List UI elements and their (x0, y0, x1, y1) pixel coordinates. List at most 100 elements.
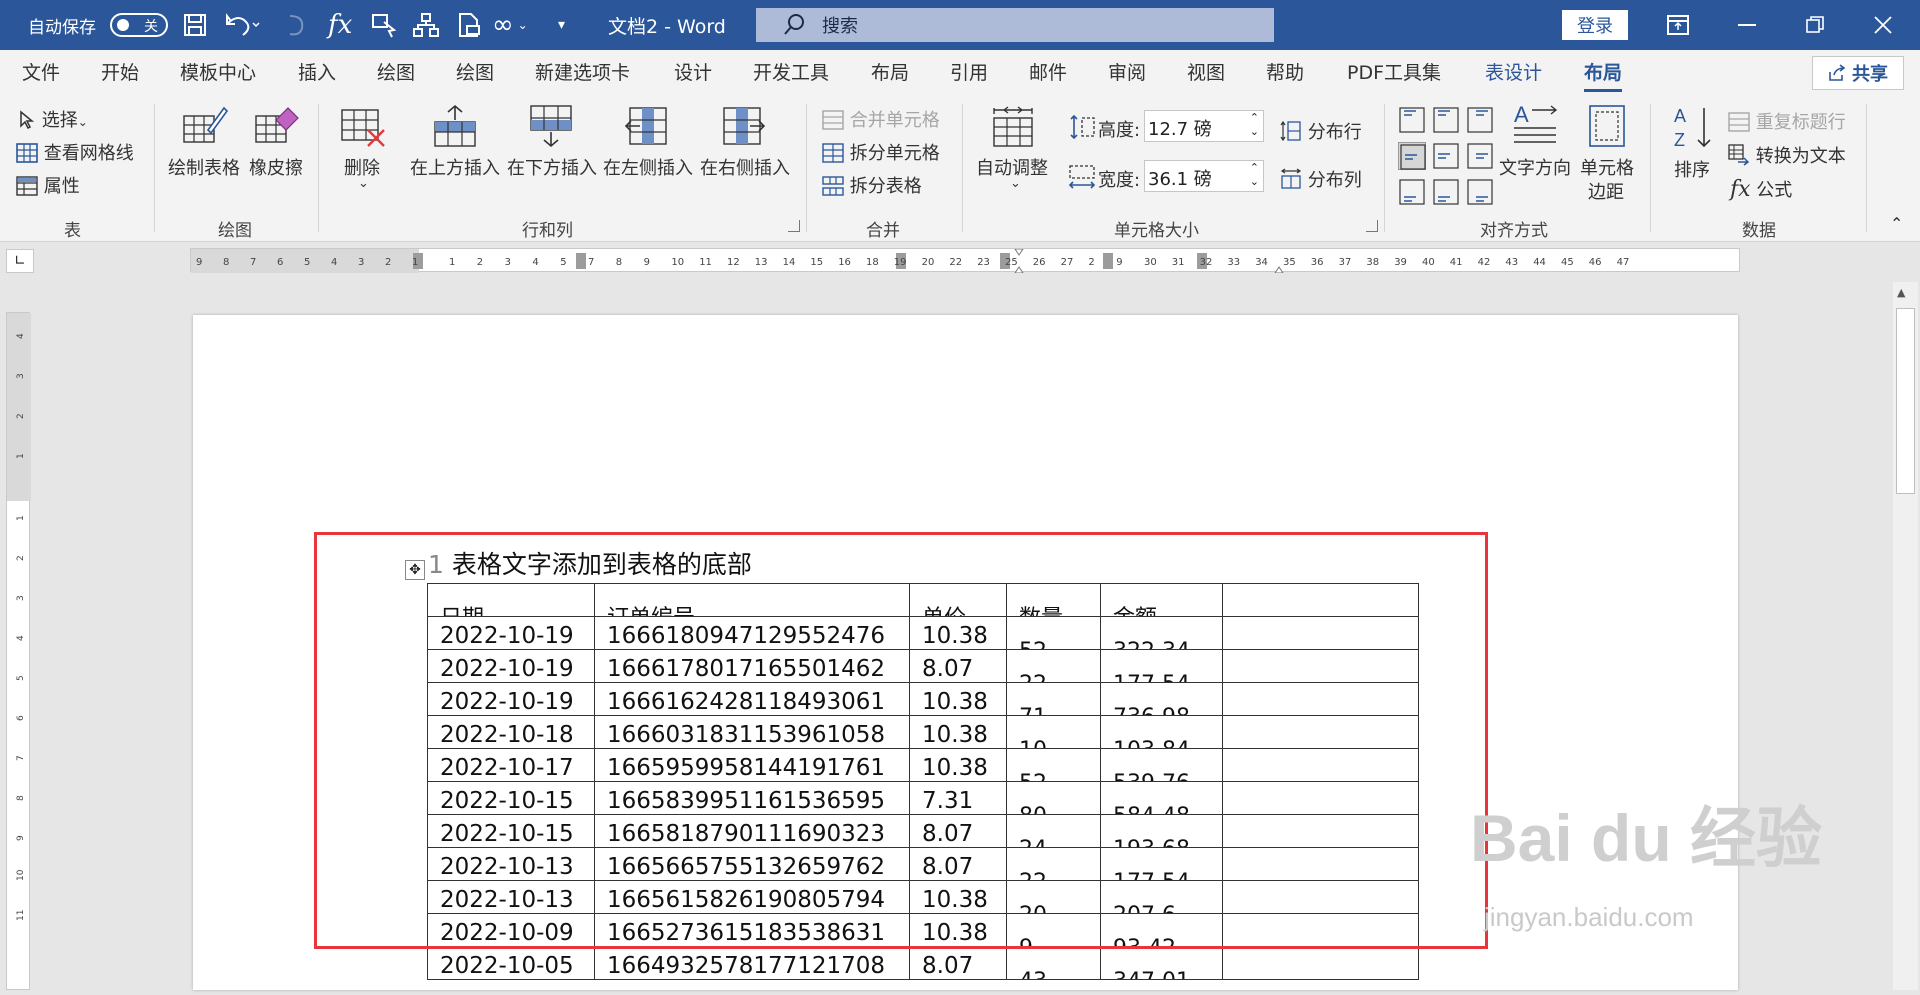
align-bottom-right-icon[interactable] (1466, 178, 1494, 206)
split-table-button[interactable]: 拆分表格 (822, 172, 922, 198)
formula-button[interactable]: fx 公式 (1730, 176, 1792, 202)
vertical-scrollbar[interactable]: ▲ (1893, 282, 1918, 990)
ruler-number: 10 (16, 869, 26, 881)
align-bottom-left-icon[interactable] (1398, 178, 1426, 206)
close-icon[interactable] (1874, 0, 1892, 50)
align-middle-center-icon[interactable] (1432, 142, 1460, 170)
convert-to-text-button[interactable]: 转换为文本 (1728, 142, 1846, 168)
draw-table-icon[interactable] (182, 104, 229, 150)
split-cells-button[interactable]: 拆分单元格 (822, 139, 940, 165)
tab-file[interactable]: 文件 (22, 50, 60, 96)
document-edit-icon[interactable] (456, 0, 482, 50)
align-top-left-icon[interactable] (1398, 106, 1426, 134)
text-direction-icon[interactable]: A (1512, 102, 1558, 150)
delete-table-icon[interactable] (340, 106, 388, 152)
width-spinner-icon[interactable]: ⌃ ⌄ (1250, 161, 1259, 189)
redo-icon[interactable] (282, 0, 308, 50)
table-cell[interactable]: 43 (1006, 946, 1101, 980)
table-cell[interactable]: 347.01 (1100, 946, 1223, 980)
horizontal-ruler[interactable]: 9 8 7 6 5 4 3 2 1 1 2 3 4 5 7 8 9 10 11 12 13 14 15 16 18 19 20 22 2… (190, 248, 1740, 274)
distribute-rows-button[interactable]: 分布行 (1280, 118, 1362, 144)
login-button[interactable]: 登录 (1562, 10, 1628, 40)
save-icon[interactable] (183, 0, 207, 50)
ribbon-display-options-icon[interactable] (1666, 0, 1690, 50)
org-chart-icon[interactable] (412, 0, 440, 50)
sort-icon[interactable]: AZ (1672, 104, 1716, 154)
formula-icon[interactable]: fx (328, 0, 352, 50)
insert-below-icon[interactable] (528, 104, 574, 152)
align-top-right-icon[interactable] (1466, 106, 1494, 134)
tab-mailings[interactable]: 邮件 (1029, 50, 1067, 96)
insert-left-label[interactable]: 在左侧插入 (603, 154, 693, 180)
insert-above-icon[interactable] (432, 104, 478, 152)
table-cell[interactable]: 8.07 (909, 946, 1007, 980)
autosave-toggle[interactable]: 关 (110, 0, 168, 50)
tab-home[interactable]: 开始 (101, 50, 139, 96)
tab-help[interactable]: 帮助 (1266, 50, 1304, 96)
view-gridlines-button[interactable]: 查看网格线 (16, 139, 134, 165)
height-input[interactable]: 12.7 磅 ⌃ ⌄ (1144, 110, 1264, 142)
align-top-center-icon[interactable] (1432, 106, 1460, 134)
cell-margins-label-2[interactable]: 边距 (1588, 178, 1624, 204)
tab-insert[interactable]: 插入 (298, 50, 336, 96)
tab-layout[interactable]: 布局 (871, 50, 909, 96)
table-cell[interactable] (1222, 946, 1419, 980)
text-direction-label[interactable]: 文字方向 (1499, 154, 1571, 180)
link-icon[interactable]: ∞ ⌄ (492, 0, 528, 50)
scroll-up-icon[interactable]: ▲ (1897, 286, 1905, 299)
insert-right-icon[interactable] (720, 104, 766, 152)
delete-dropdown-icon[interactable]: ⌄ (358, 176, 369, 191)
distribute-cols-button[interactable]: 分布列 (1280, 166, 1362, 192)
share-button[interactable]: 共享 (1812, 56, 1904, 90)
search-box[interactable]: 搜索 (756, 8, 1274, 42)
tab-view[interactable]: 视图 (1187, 50, 1225, 96)
touch-mode-icon[interactable] (370, 0, 398, 50)
height-spinner-icon[interactable]: ⌃ ⌄ (1250, 111, 1259, 139)
merge-cells-button[interactable]: 合并单元格 (822, 106, 940, 132)
cell-margins-icon[interactable] (1586, 104, 1628, 152)
autofit-dropdown-icon[interactable]: ⌄ (1010, 176, 1021, 191)
cell-margins-label-1[interactable]: 单元格 (1580, 154, 1634, 180)
align-bottom-center-icon[interactable] (1432, 178, 1460, 206)
insert-right-label[interactable]: 在右侧插入 (700, 154, 790, 180)
repeat-header-button[interactable]: 重复标题行 (1728, 108, 1846, 134)
sort-label[interactable]: 排序 (1674, 156, 1710, 182)
table-properties-button[interactable]: 属性 (16, 172, 80, 198)
tab-selector-icon[interactable]: ∟ (6, 249, 34, 273)
ribbon: 选择⌄ 查看网格线 属性 表 绘制表格 橡皮擦 绘图 删除 ⌄ 在上方插入 在下… (0, 96, 1920, 242)
table-cell[interactable]: 1664932578177121708 (594, 946, 910, 980)
restore-icon[interactable] (1806, 0, 1824, 50)
align-middle-right-icon[interactable] (1466, 142, 1494, 170)
autofit-icon[interactable] (990, 106, 1036, 152)
scrollbar-thumb[interactable] (1896, 308, 1915, 494)
collapse-ribbon-icon[interactable]: ⌃ (1890, 214, 1903, 233)
customize-toolbar-icon[interactable]: ▾ (558, 0, 565, 50)
insert-left-icon[interactable] (624, 104, 670, 152)
tab-new-tab[interactable]: 新建选项卡 (535, 50, 630, 96)
tab-draw[interactable]: 绘图 (377, 50, 415, 96)
cell-size-launcher-icon[interactable] (1366, 220, 1378, 232)
rows-cols-launcher-icon[interactable] (788, 220, 800, 232)
tab-template-center[interactable]: 模板中心 (180, 50, 256, 96)
width-input[interactable]: 36.1 磅 ⌃ ⌄ (1144, 160, 1264, 192)
insert-above-label[interactable]: 在上方插入 (410, 154, 500, 180)
tab-developer[interactable]: 开发工具 (753, 50, 829, 96)
tab-references[interactable]: 引用 (950, 50, 988, 96)
align-middle-left-icon[interactable] (1398, 142, 1426, 170)
undo-icon[interactable] (225, 0, 261, 50)
tab-table-design[interactable]: 表设计 (1485, 50, 1542, 96)
vertical-ruler[interactable]: 4 3 2 1 1 2 3 4 5 6 7 8 9 10 11 (6, 312, 31, 990)
eraser-icon[interactable] (254, 104, 300, 150)
tab-review[interactable]: 审阅 (1108, 50, 1146, 96)
minimize-icon[interactable] (1738, 0, 1756, 50)
table-row[interactable]: 2022-10-05 1664932578177121708 8.07 43 347.0… (427, 946, 1419, 980)
eraser-label[interactable]: 橡皮擦 (249, 154, 303, 180)
tab-table-layout[interactable]: 布局 (1584, 50, 1623, 96)
draw-table-label[interactable]: 绘制表格 (168, 154, 240, 180)
tab-draw-2[interactable]: 绘图 (456, 50, 494, 96)
insert-below-label[interactable]: 在下方插入 (507, 154, 597, 180)
table-cell[interactable]: 2022-10-05 (427, 946, 595, 980)
tab-pdf-tools[interactable]: PDF工具集 (1347, 50, 1441, 96)
select-button[interactable]: 选择⌄ (18, 106, 88, 132)
tab-design[interactable]: 设计 (674, 50, 712, 96)
